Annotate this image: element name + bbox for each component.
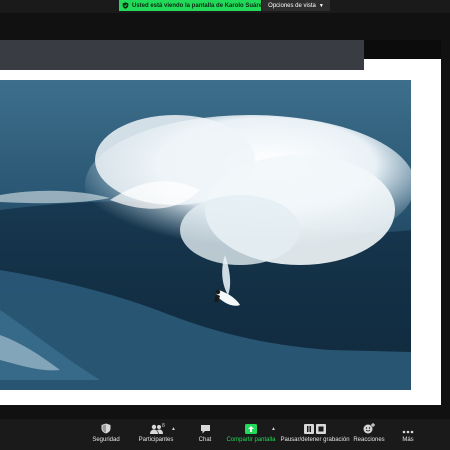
recording-button[interactable]: Pausar/detener grabación [280,419,350,450]
share-screen-label: Compartir pantalla [226,437,276,443]
ellipsis-icon [402,419,414,436]
participants-count: 8 [162,423,165,429]
chat-bubble-icon [200,419,211,436]
meeting-top-band [0,13,450,39]
slide-header-bar [0,40,364,70]
chevron-down-icon: ▼ [318,2,324,9]
participants-caret-icon[interactable]: ▲ [171,426,176,432]
reactions-button[interactable]: Reacciones [352,419,386,450]
reactions-label: Reacciones [353,437,385,443]
shield-icon [101,419,111,436]
people-icon [149,419,163,436]
meeting-controls-toolbar: Seguridad Participantes 8 ▲ Chat Compart… [0,419,450,450]
share-screen-button[interactable]: Compartir pantalla [226,419,276,450]
chat-button[interactable]: Chat [192,419,218,450]
surfing-wave-photo [0,80,411,390]
smiley-plus-icon [363,419,375,436]
share-arrow-icon [245,419,257,436]
more-label: Más [402,437,414,443]
shield-check-icon [122,2,129,9]
share-banner-text: Usted está viendo la pantalla de Karolo … [132,2,266,9]
participants-label: Participantes [138,437,174,443]
chat-label: Chat [198,437,212,443]
pause-stop-icon [304,419,326,436]
slide-canvas-top [0,70,364,80]
view-options-button[interactable]: Opciones de vista ▼ [262,0,330,11]
recording-label: Pausar/detener grabación [280,437,350,443]
screen-share-banner: Usted está viendo la pantalla de Karolo … [119,0,265,11]
slide-dark-corner [364,40,441,59]
security-label: Seguridad [92,437,120,443]
share-screen-caret-icon[interactable]: ▲ [271,426,276,432]
security-button[interactable]: Seguridad [86,419,126,450]
participants-button[interactable]: Participantes [136,419,176,450]
more-button[interactable]: Más [396,419,420,450]
view-options-label: Opciones de vista [268,2,316,9]
